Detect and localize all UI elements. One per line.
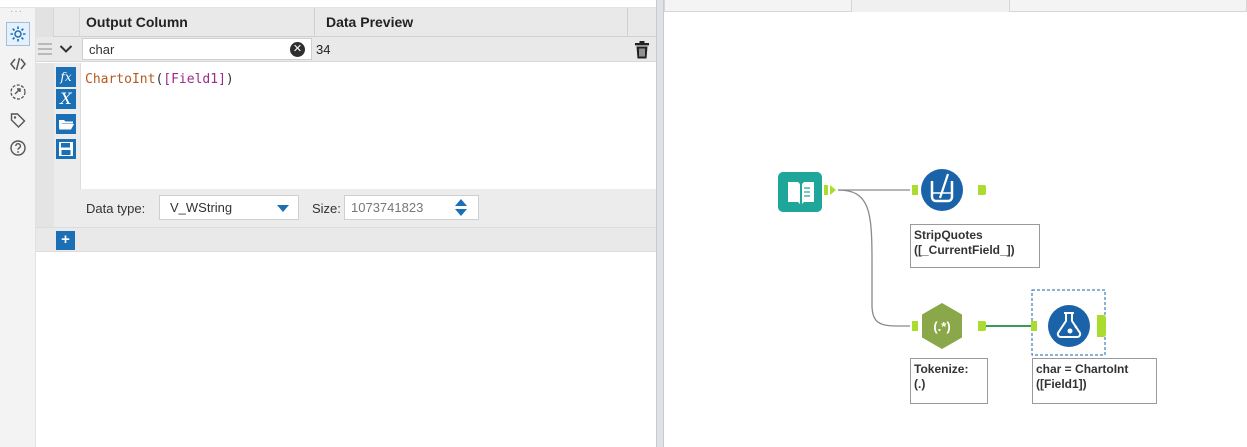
trash-icon[interactable] [633, 40, 651, 60]
config-side-rail: ··· [0, 7, 36, 447]
annotation-icon[interactable] [6, 80, 30, 104]
data-preview-header: Data Preview [326, 14, 414, 30]
workflow-canvas[interactable]: (.*) StripQuotes ([_CurrentField_]) Toke… [664, 0, 1247, 447]
regex-tool[interactable]: (.*) [912, 303, 986, 349]
input-data-tool[interactable] [778, 172, 836, 212]
row-selector-column [36, 63, 54, 227]
save-disk-icon[interactable] [56, 139, 76, 159]
output-column-name-input[interactable] [82, 38, 312, 60]
row-selector-header [36, 8, 54, 37]
multi-field-formula-tool[interactable] [912, 169, 986, 211]
expression-close-paren: ) [225, 72, 234, 87]
dropdown-arrow-icon[interactable] [277, 205, 289, 212]
decrement-arrow-icon[interactable] [455, 209, 467, 216]
annotation-line-1: char = ChartoInt [1036, 362, 1129, 376]
data-preview-value: 34 [316, 42, 331, 57]
expression-function: ChartoInt [85, 72, 156, 87]
clear-icon[interactable]: ✕ [290, 42, 305, 57]
xml-code-icon[interactable] [6, 52, 30, 76]
grid-header: Output Column Data Preview [36, 8, 656, 37]
increment-arrow-icon[interactable] [455, 199, 467, 206]
expression-area: fx X ChartoInt([Field1]) Data type: V_WS… [36, 63, 656, 227]
panel-splitter[interactable] [656, 0, 664, 447]
formula-annotation[interactable]: char = ChartoInt ([Field1]) [1032, 358, 1157, 404]
output-column-header: Output Column [86, 14, 188, 30]
regex-annotation[interactable]: Tokenize: (.) [910, 358, 988, 404]
data-type-select[interactable]: V_WString [159, 195, 299, 220]
more-options-icon[interactable]: ··· [10, 7, 23, 17]
add-row: + [36, 227, 656, 252]
size-stepper[interactable]: 1073741823 [344, 195, 479, 220]
expression-text[interactable]: ChartoInt([Field1]) [85, 72, 234, 87]
tag-icon[interactable] [6, 108, 30, 132]
variables-x-icon[interactable]: X [56, 89, 76, 109]
formula-tool[interactable] [1031, 289, 1106, 356]
chevron-down-icon[interactable] [56, 39, 76, 59]
size-label: Size: [312, 201, 341, 216]
data-type-label: Data type: [86, 201, 146, 216]
regex-glyph: (.*) [933, 319, 950, 334]
annotation-line-2: (.) [914, 377, 926, 391]
data-type-value: V_WString [170, 200, 233, 215]
formula-grid: Output Column Data Preview ✕ 34 fx X [36, 8, 656, 447]
annotation-line-2: ([_CurrentField_]) [914, 243, 1015, 257]
data-type-bar: Data type: V_WString Size: 1073741823 [80, 192, 656, 225]
formula-config-panel: ··· Output Column Data Preview char ✕ 34… [0, 0, 656, 447]
functions-fx-icon[interactable]: fx [56, 67, 76, 87]
panel-top-strip [0, 0, 656, 8]
configuration-gear-icon[interactable] [6, 22, 30, 46]
expression-field: [Field1] [163, 72, 226, 87]
annotation-line-1: StripQuotes [914, 228, 983, 242]
expression-editor[interactable]: ChartoInt([Field1]) [80, 63, 656, 189]
expression-toolbar: fx X [54, 63, 80, 227]
formula-row[interactable]: ✕ 34 [36, 37, 656, 62]
add-formula-button[interactable]: + [56, 231, 75, 250]
drag-handle-icon[interactable] [37, 40, 53, 58]
annotation-line-2: ([Field1]) [1036, 377, 1087, 391]
folder-open-icon[interactable] [56, 114, 76, 134]
annotation-line-1: Tokenize: [914, 362, 969, 376]
size-value[interactable]: 1073741823 [351, 200, 423, 215]
expand-column-header [54, 8, 80, 37]
connection-input-to-regex[interactable] [837, 189, 910, 327]
multi-field-annotation[interactable]: StripQuotes ([_CurrentField_]) [910, 224, 1040, 268]
help-icon[interactable] [6, 136, 30, 160]
